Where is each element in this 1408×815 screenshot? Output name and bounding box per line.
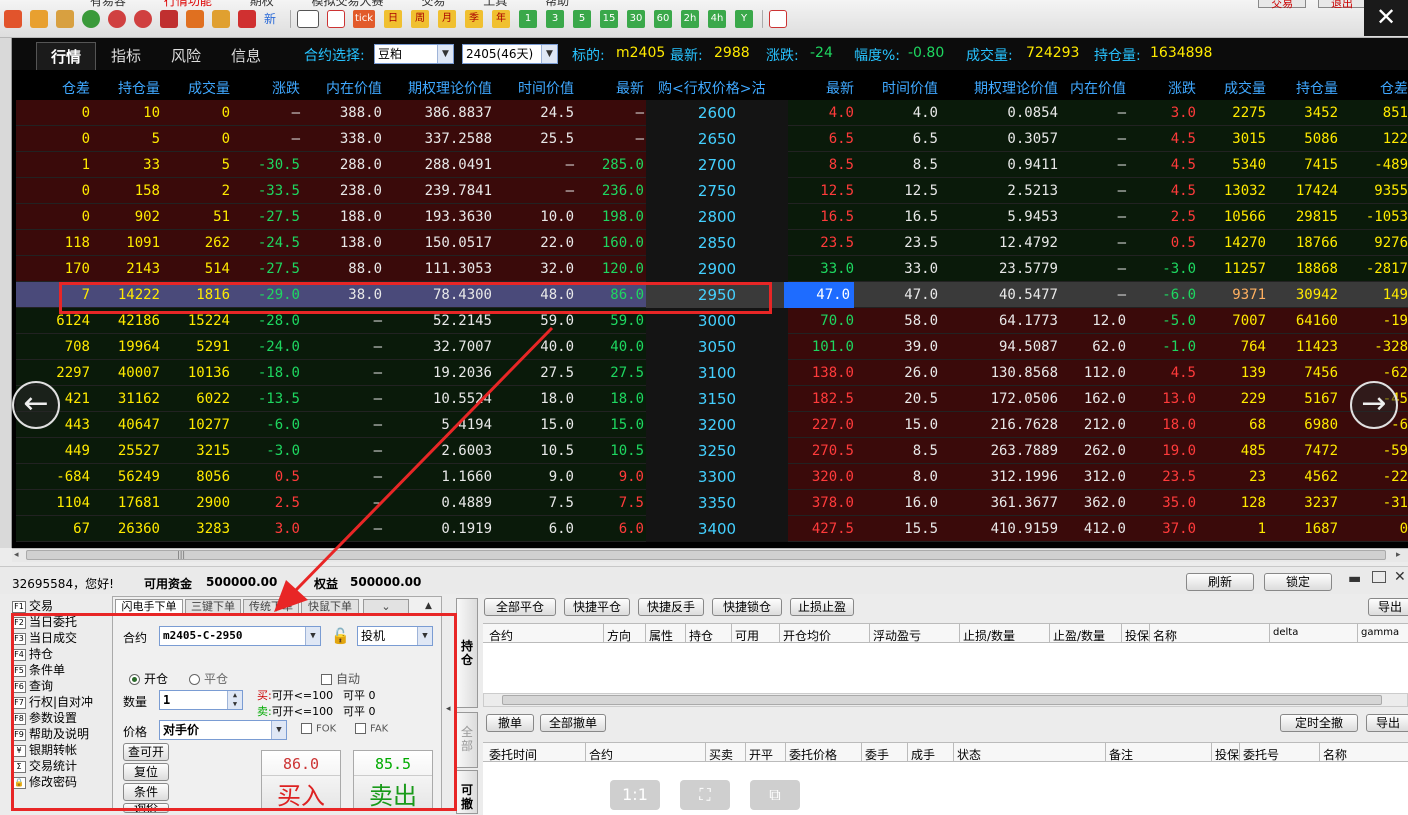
positions-action-button[interactable]: 快捷反手 (638, 598, 704, 616)
export-orders-button[interactable]: 导出 (1366, 714, 1408, 732)
positions-action-button[interactable]: 止损止盈 (790, 598, 854, 616)
annotation-arrow (274, 326, 554, 612)
arrow-shaft (294, 326, 554, 592)
export-positions-button[interactable]: 导出 (1368, 598, 1408, 616)
positions-action-button[interactable]: 快捷锁仓 (712, 598, 782, 616)
positions-action-button[interactable]: 快捷平仓 (564, 598, 630, 616)
orders-action-button[interactable]: 撤单 (486, 714, 534, 732)
positions-action-button[interactable]: 全部平仓 (484, 598, 556, 616)
trading-app-window: { "menu": ["有易容", "行情功能", "期权", "模拟交易大赛"… (0, 0, 1408, 815)
timed-cancel-button[interactable]: 定时全撤 (1280, 714, 1358, 732)
orders-action-button[interactable]: 全部撤单 (540, 714, 606, 732)
